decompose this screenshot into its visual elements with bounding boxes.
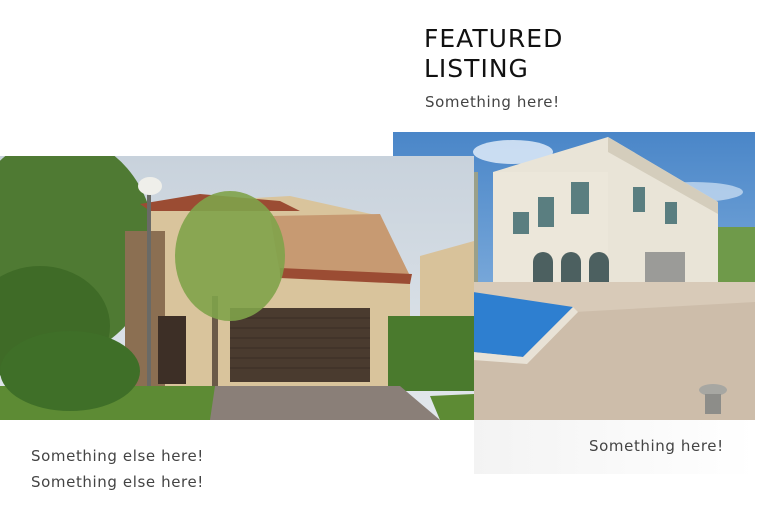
featured-subtitle: Something here! <box>425 93 560 111</box>
featured-listing-heading: FEATURED LISTING <box>424 24 564 83</box>
listing-left-caption-2: Something else here! <box>31 473 204 491</box>
listing-left-caption-1: Something else here! <box>31 447 204 465</box>
villa-garage-photo[interactable] <box>0 156 474 420</box>
listing-right-caption: Something here! <box>589 437 724 455</box>
